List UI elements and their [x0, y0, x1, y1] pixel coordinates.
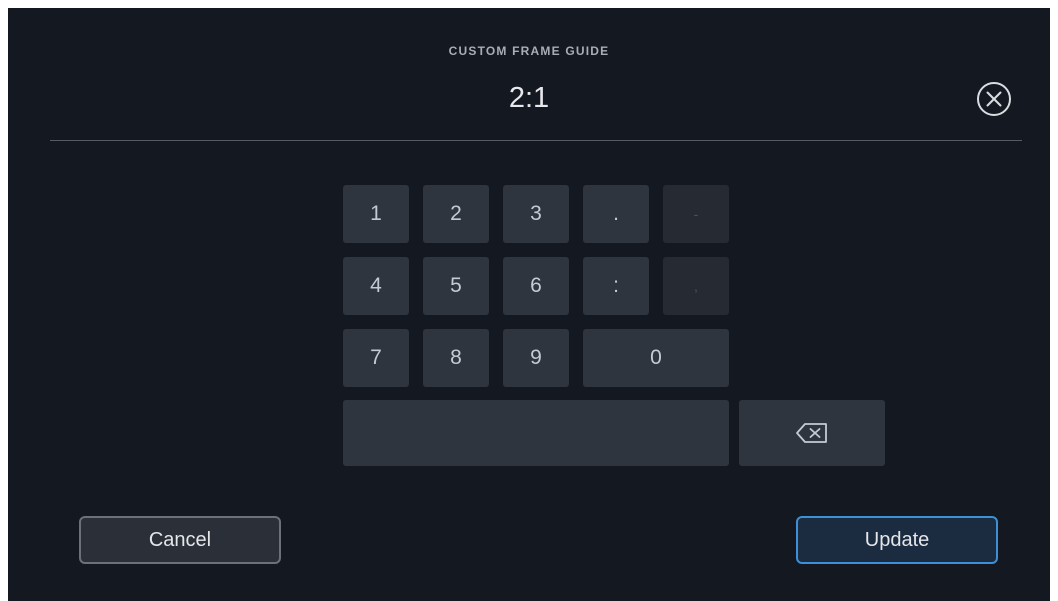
key-1[interactable]: 1	[343, 185, 409, 243]
key-7[interactable]: 7	[343, 329, 409, 387]
value-display: 2:1	[508, 82, 550, 114]
frame-guide-screen: CUSTOM FRAME GUIDE 2:1 1 2 3 . - 4 5 6 :…	[8, 8, 1050, 601]
divider	[50, 140, 1022, 141]
backspace-key[interactable]	[739, 400, 885, 466]
circle-x-icon	[977, 82, 1011, 116]
backspace-icon	[796, 423, 827, 443]
key-comma: ,	[663, 257, 729, 315]
key-4[interactable]: 4	[343, 257, 409, 315]
cancel-button[interactable]: Cancel	[79, 516, 281, 564]
update-button[interactable]: Update	[796, 516, 998, 564]
key-minus: -	[663, 185, 729, 243]
key-6[interactable]: 6	[503, 257, 569, 315]
key-2[interactable]: 2	[423, 185, 489, 243]
key-9[interactable]: 9	[503, 329, 569, 387]
key-8[interactable]: 8	[423, 329, 489, 387]
key-0[interactable]: 0	[583, 329, 729, 387]
key-period[interactable]: .	[583, 185, 649, 243]
key-5[interactable]: 5	[423, 257, 489, 315]
dialog-title: CUSTOM FRAME GUIDE	[448, 44, 610, 58]
close-button[interactable]	[975, 80, 1013, 118]
key-3[interactable]: 3	[503, 185, 569, 243]
key-colon[interactable]: :	[583, 257, 649, 315]
space-key[interactable]	[343, 400, 729, 466]
